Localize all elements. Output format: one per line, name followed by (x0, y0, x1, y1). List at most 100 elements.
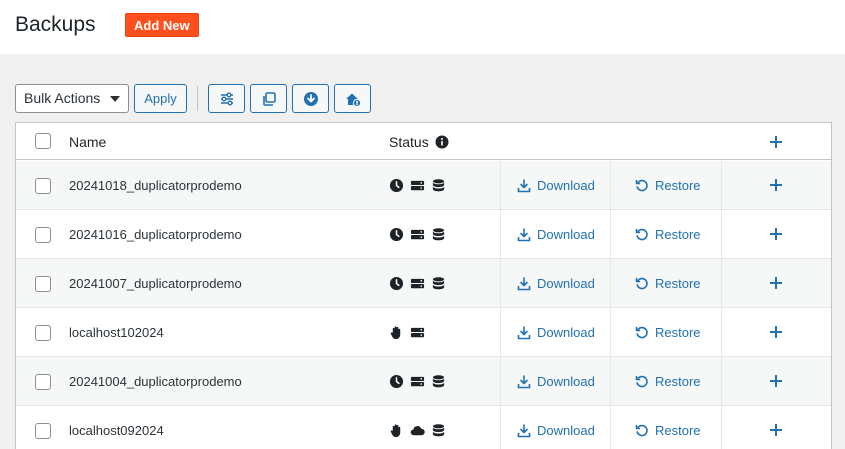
cell-divider (610, 406, 611, 449)
cell-divider (721, 210, 722, 258)
backup-name: localhost092024 (69, 423, 164, 438)
column-name[interactable]: Name (69, 134, 106, 150)
status-icons (389, 227, 446, 242)
table-row: 20241016_duplicatorprodemo Download Rest… (16, 210, 831, 259)
download-circle-button[interactable] (292, 84, 329, 113)
table-row: localhost092024 Download Restore (16, 406, 831, 449)
restore-label: Restore (655, 374, 701, 389)
clock-icon (389, 227, 404, 242)
download-link[interactable]: Download (517, 423, 595, 438)
bulk-actions-select[interactable]: Bulk Actions (15, 84, 129, 113)
restore-label: Restore (655, 227, 701, 242)
restore-label: Restore (655, 423, 701, 438)
page-header: Backups Add New (0, 0, 845, 54)
restore-link[interactable]: Restore (635, 325, 701, 340)
cell-divider (500, 210, 501, 258)
cell-divider (500, 406, 501, 449)
status-icons (389, 178, 446, 193)
copy-icon (262, 91, 276, 106)
info-icon[interactable] (435, 135, 449, 149)
row-more-plus-icon[interactable] (769, 276, 783, 290)
clock-icon (389, 178, 404, 193)
cell-divider (721, 406, 722, 449)
restore-link[interactable]: Restore (635, 423, 701, 438)
row-checkbox[interactable] (35, 374, 51, 390)
row-more-plus-icon[interactable] (769, 227, 783, 241)
restore-icon (635, 277, 648, 289)
page-title: Backups (15, 13, 96, 36)
cell-divider (610, 357, 611, 405)
download-link[interactable]: Download (517, 178, 595, 193)
restore-label: Restore (655, 325, 701, 340)
row-more-plus-icon[interactable] (769, 325, 783, 339)
cell-divider (610, 308, 611, 356)
restore-icon (635, 228, 648, 240)
row-more-plus-icon[interactable] (769, 178, 783, 192)
database-icon (432, 424, 445, 437)
row-more-plus-icon[interactable] (769, 423, 783, 437)
status-icons (389, 374, 446, 389)
filter-settings-icon (220, 92, 233, 105)
row-checkbox[interactable] (35, 178, 51, 194)
table-row: 20241018_duplicatorprodemo Download Rest… (16, 161, 831, 210)
download-link[interactable]: Download (517, 374, 595, 389)
download-icon (517, 374, 531, 388)
cell-divider (610, 161, 611, 209)
download-link[interactable]: Download (517, 276, 595, 291)
row-checkbox[interactable] (35, 227, 51, 243)
row-checkbox[interactable] (35, 276, 51, 292)
database-icon (432, 228, 445, 241)
toolbar-divider (197, 86, 198, 111)
server-icon (410, 180, 425, 191)
download-label: Download (537, 227, 595, 242)
download-icon (517, 227, 531, 241)
cell-divider (610, 210, 611, 258)
hand-icon (390, 424, 401, 438)
cell-divider (500, 259, 501, 307)
download-icon (517, 325, 531, 339)
download-label: Download (537, 178, 595, 193)
database-icon (432, 277, 445, 290)
clock-icon (389, 276, 404, 291)
house-lock-icon (345, 93, 361, 107)
copy-button[interactable] (250, 84, 287, 113)
add-column-plus-icon[interactable] (769, 135, 783, 149)
download-link[interactable]: Download (517, 227, 595, 242)
download-icon (517, 423, 531, 437)
add-new-button[interactable]: Add New (125, 13, 199, 37)
cell-divider (721, 308, 722, 356)
row-checkbox[interactable] (35, 423, 51, 439)
house-lock-button[interactable] (334, 84, 371, 113)
backups-table: Name Status 20241018_duplicatorprodemo D… (15, 122, 832, 449)
server-icon (410, 327, 425, 338)
status-icons (389, 325, 425, 340)
backup-name: 20241016_duplicatorprodemo (69, 227, 242, 242)
download-icon (517, 178, 531, 192)
restore-link[interactable]: Restore (635, 374, 701, 389)
download-label: Download (537, 276, 595, 291)
restore-icon (635, 179, 648, 191)
table-row: 20241004_duplicatorprodemo Download Rest… (16, 357, 831, 406)
table-header: Name Status (16, 123, 831, 160)
row-checkbox[interactable] (35, 325, 51, 341)
restore-icon (635, 424, 648, 436)
restore-icon (635, 326, 648, 338)
restore-link[interactable]: Restore (635, 276, 701, 291)
backup-name: 20241004_duplicatorprodemo (69, 374, 242, 389)
row-more-plus-icon[interactable] (769, 374, 783, 388)
backup-name: 20241007_duplicatorprodemo (69, 276, 242, 291)
download-circle-icon (303, 91, 318, 106)
download-link[interactable]: Download (517, 325, 595, 340)
cell-divider (721, 259, 722, 307)
filter-settings-button[interactable] (208, 84, 245, 113)
apply-button[interactable]: Apply (134, 84, 187, 113)
table-row: 20241007_duplicatorprodemo Download Rest… (16, 259, 831, 308)
server-icon (410, 278, 425, 289)
database-icon (432, 179, 445, 192)
restore-link[interactable]: Restore (635, 227, 701, 242)
select-all-checkbox[interactable] (35, 133, 51, 149)
column-status-label: Status (389, 134, 429, 150)
status-icons (389, 276, 446, 291)
column-status: Status (389, 134, 449, 150)
restore-link[interactable]: Restore (635, 178, 701, 193)
